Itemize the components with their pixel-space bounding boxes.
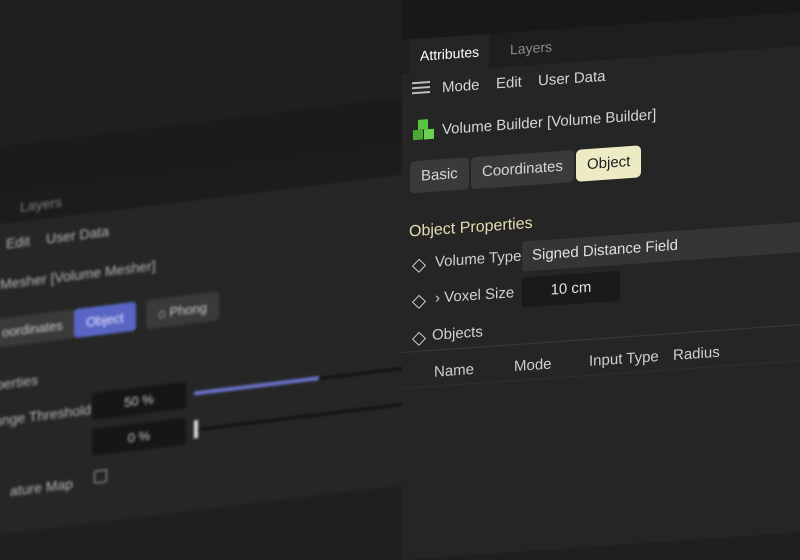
column-name[interactable]: Name <box>434 361 474 381</box>
back-second-slider-handle[interactable] <box>194 420 198 439</box>
column-mode[interactable]: Mode <box>514 356 552 376</box>
column-radius[interactable]: Radius <box>673 344 720 364</box>
object-button[interactable]: Object <box>576 145 642 182</box>
checkbox-icon[interactable] <box>94 469 107 484</box>
menu-mode[interactable]: Mode <box>442 77 480 97</box>
tab-attributes[interactable]: Attributes <box>410 33 490 74</box>
volume-builder-cube-icon <box>413 119 434 141</box>
attributes-panel: Attributes Layers Mode Edit User Data Vo… <box>402 0 800 560</box>
basic-button[interactable]: Basic <box>410 157 469 194</box>
phong-tag-icon: ⌂ <box>158 304 170 321</box>
menu-edit[interactable]: Edit <box>496 74 522 93</box>
background-attributes-panel: Layers Edit User Data Mesher [Volume Mes… <box>0 92 444 538</box>
objects-label: Objects <box>432 323 483 344</box>
back-menu-edit[interactable]: Edit <box>6 233 30 252</box>
back-tab-layers[interactable]: Layers <box>20 194 62 215</box>
hamburger-menu-icon[interactable] <box>412 78 430 97</box>
chevron-right-icon[interactable]: › <box>435 289 444 306</box>
back-phong-label: Phong <box>169 299 208 320</box>
tab-layers[interactable]: Layers <box>500 29 562 67</box>
